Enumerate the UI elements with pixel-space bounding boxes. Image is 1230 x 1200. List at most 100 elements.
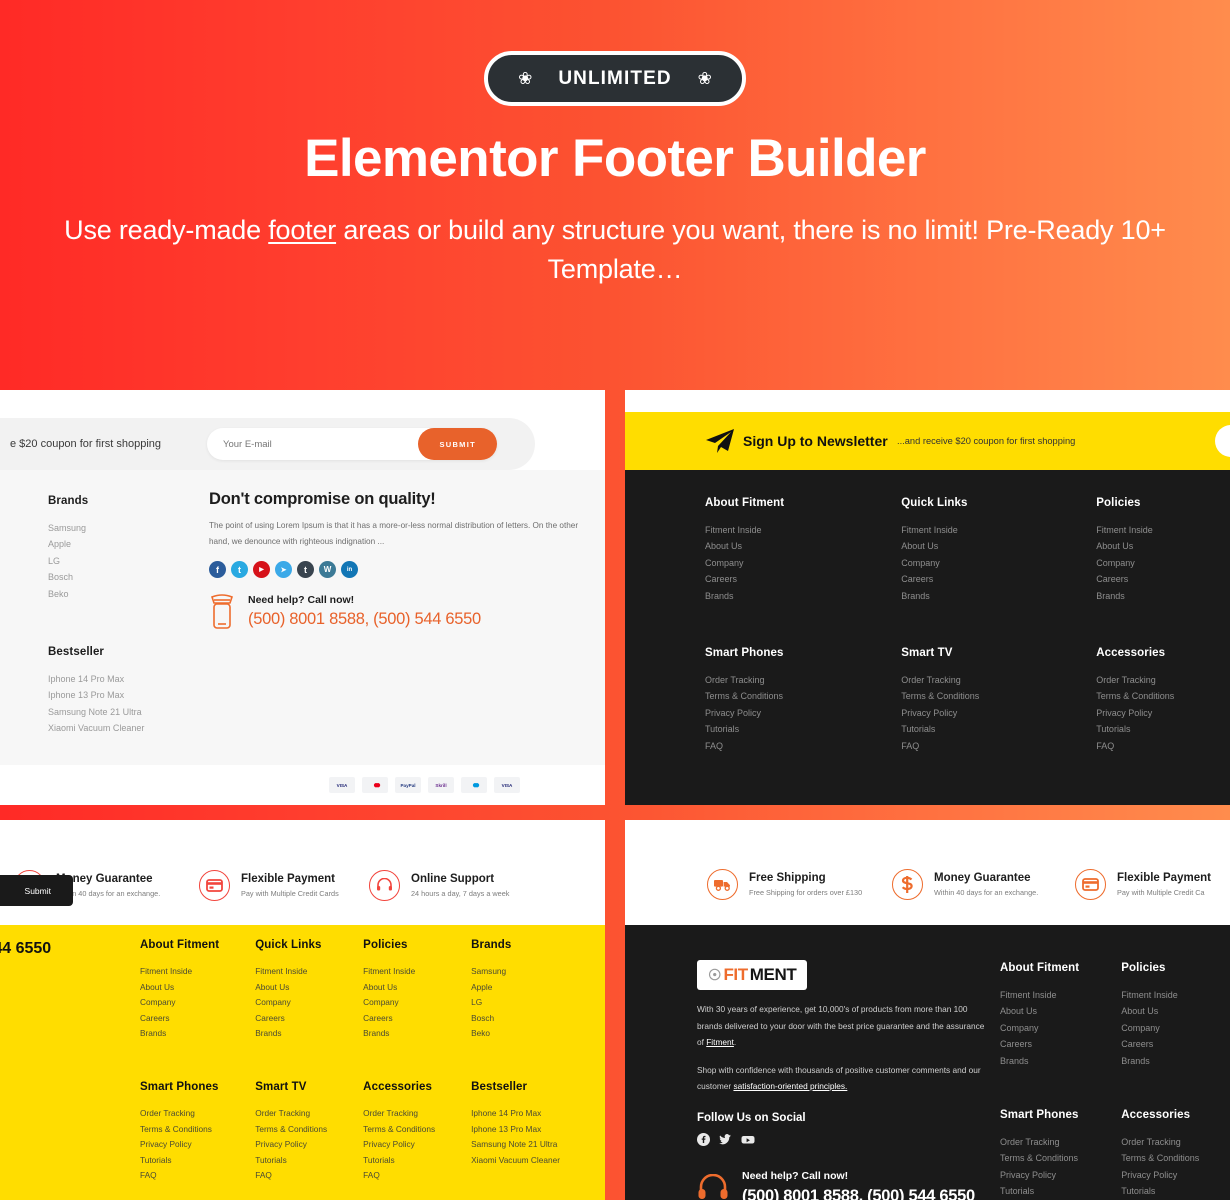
list-item[interactable]: Beko bbox=[48, 586, 144, 602]
footer-template-preview-3[interactable]: Money Guarantee Within 40 days for an ex… bbox=[0, 820, 605, 1200]
tumblr-icon[interactable]: t bbox=[297, 561, 314, 578]
twitter-icon[interactable] bbox=[719, 1133, 732, 1146]
list-item[interactable]: Company bbox=[363, 995, 435, 1011]
list-item[interactable]: Careers bbox=[363, 1011, 435, 1027]
list-item[interactable]: Fitment Inside bbox=[1096, 522, 1174, 538]
telegram-icon[interactable]: ➤ bbox=[275, 561, 292, 578]
twitter-icon[interactable]: t bbox=[231, 561, 248, 578]
list-item[interactable]: Brands bbox=[705, 588, 784, 604]
list-item[interactable]: Fitment Inside bbox=[363, 964, 435, 980]
list-item[interactable]: Order Tracking bbox=[140, 1106, 219, 1122]
list-item[interactable]: FAQ bbox=[255, 1168, 327, 1184]
list-item[interactable]: Brands bbox=[1096, 588, 1174, 604]
list-item[interactable]: Apple bbox=[471, 980, 560, 996]
list-item[interactable]: Company bbox=[1121, 1020, 1199, 1036]
list-item[interactable]: Terms & Conditions bbox=[1096, 688, 1174, 704]
list-item[interactable]: Tutorials bbox=[363, 1153, 435, 1169]
list-item[interactable]: Privacy Policy bbox=[1096, 705, 1174, 721]
list-item[interactable]: FAQ bbox=[1096, 738, 1174, 754]
list-item[interactable]: Xiaomi Vacuum Cleaner bbox=[48, 720, 144, 736]
list-item[interactable]: Company bbox=[1000, 1020, 1079, 1036]
list-item[interactable]: Iphone 14 Pro Max bbox=[471, 1106, 560, 1122]
list-item[interactable]: Tutorials bbox=[901, 721, 979, 737]
list-item[interactable]: Company bbox=[705, 555, 784, 571]
youtube-icon[interactable]: ▶ bbox=[253, 561, 270, 578]
list-item[interactable]: Fitment Inside bbox=[1121, 987, 1199, 1003]
list-item[interactable]: About Us bbox=[140, 980, 219, 996]
list-item[interactable]: Careers bbox=[901, 571, 979, 587]
list-item[interactable]: Order Tracking bbox=[1121, 1134, 1199, 1150]
principles-link[interactable]: satisfaction-oriented principles. bbox=[733, 1081, 847, 1091]
list-item[interactable]: Beko bbox=[471, 1026, 560, 1042]
footer-template-preview-4[interactable]: Free Shipping Free Shipping for orders o… bbox=[625, 820, 1230, 1200]
list-item[interactable]: Brands bbox=[1121, 1053, 1199, 1069]
list-item[interactable]: Terms & Conditions bbox=[363, 1122, 435, 1138]
wordpress-icon[interactable]: W bbox=[319, 561, 336, 578]
list-item[interactable]: Privacy Policy bbox=[1000, 1167, 1079, 1183]
footer-template-preview-2[interactable]: Sign Up to Newsletter ...and receive $20… bbox=[625, 390, 1230, 805]
list-item[interactable]: Apple bbox=[48, 536, 144, 552]
list-item[interactable]: Careers bbox=[1121, 1036, 1199, 1052]
list-item[interactable]: Order Tracking bbox=[901, 672, 979, 688]
email-input[interactable] bbox=[1215, 425, 1230, 457]
list-item[interactable]: Iphone 14 Pro Max bbox=[48, 671, 144, 687]
list-item[interactable]: Careers bbox=[140, 1011, 219, 1027]
submit-button[interactable]: Submit bbox=[0, 875, 73, 906]
list-item[interactable]: About Us bbox=[705, 538, 784, 554]
list-item[interactable]: FAQ bbox=[705, 738, 784, 754]
list-item[interactable]: Terms & Conditions bbox=[140, 1122, 219, 1138]
list-item[interactable]: Privacy Policy bbox=[705, 705, 784, 721]
list-item[interactable]: Careers bbox=[705, 571, 784, 587]
linkedin-icon[interactable]: in bbox=[341, 561, 358, 578]
list-item[interactable]: Fitment Inside bbox=[1000, 987, 1079, 1003]
list-item[interactable]: Brands bbox=[901, 588, 979, 604]
youtube-icon[interactable] bbox=[741, 1133, 755, 1146]
email-input[interactable] bbox=[207, 438, 419, 450]
list-item[interactable]: FAQ bbox=[901, 738, 979, 754]
list-item[interactable]: Terms & Conditions bbox=[1000, 1150, 1079, 1166]
list-item[interactable]: About Us bbox=[901, 538, 979, 554]
list-item[interactable]: Iphone 13 Pro Max bbox=[48, 687, 144, 703]
list-item[interactable]: Company bbox=[255, 995, 327, 1011]
list-item[interactable]: Order Tracking bbox=[1096, 672, 1174, 688]
list-item[interactable]: Fitment Inside bbox=[140, 964, 219, 980]
facebook-icon[interactable]: f bbox=[209, 561, 226, 578]
list-item[interactable]: Samsung bbox=[471, 964, 560, 980]
list-item[interactable]: Terms & Conditions bbox=[255, 1122, 327, 1138]
list-item[interactable]: Privacy Policy bbox=[1121, 1167, 1199, 1183]
list-item[interactable]: Xiaomi Vacuum Cleaner bbox=[471, 1153, 560, 1169]
list-item[interactable]: About Us bbox=[363, 980, 435, 996]
list-item[interactable]: Samsung Note 21 Ultra bbox=[471, 1137, 560, 1153]
list-item[interactable]: Order Tracking bbox=[1000, 1134, 1079, 1150]
list-item[interactable]: About Us bbox=[255, 980, 327, 996]
list-item[interactable]: FAQ bbox=[363, 1168, 435, 1184]
list-item[interactable]: Order Tracking bbox=[705, 672, 784, 688]
list-item[interactable]: Company bbox=[140, 995, 219, 1011]
list-item[interactable]: Careers bbox=[1096, 571, 1174, 587]
facebook-icon[interactable] bbox=[697, 1132, 710, 1146]
help-phone[interactable]: (500) 8001 8588, (500) 544 6550 bbox=[742, 1187, 975, 1200]
list-item[interactable]: Samsung bbox=[48, 520, 144, 536]
list-item[interactable]: Company bbox=[1096, 555, 1174, 571]
list-item[interactable]: Company bbox=[901, 555, 979, 571]
fitment-logo[interactable]: ☉ FIT MENT bbox=[697, 960, 808, 990]
list-item[interactable]: Brands bbox=[140, 1026, 219, 1042]
list-item[interactable]: Tutorials bbox=[140, 1153, 219, 1169]
list-item[interactable]: FAQ bbox=[140, 1168, 219, 1184]
list-item[interactable]: About Us bbox=[1121, 1003, 1199, 1019]
list-item[interactable]: Careers bbox=[255, 1011, 327, 1027]
list-item[interactable]: About Us bbox=[1000, 1003, 1079, 1019]
list-item[interactable]: Fitment Inside bbox=[255, 964, 327, 980]
list-item[interactable]: Terms & Conditions bbox=[901, 688, 979, 704]
list-item[interactable]: Bosch bbox=[48, 569, 144, 585]
list-item[interactable]: LG bbox=[48, 553, 144, 569]
list-item[interactable]: Tutorials bbox=[1000, 1183, 1079, 1199]
list-item[interactable]: Terms & Conditions bbox=[1121, 1150, 1199, 1166]
subtitle-link-footer[interactable]: footer bbox=[268, 215, 336, 245]
list-item[interactable]: LG bbox=[471, 995, 560, 1011]
list-item[interactable]: Tutorials bbox=[255, 1153, 327, 1169]
help-phone[interactable]: 500) 544 6550 bbox=[0, 940, 51, 958]
list-item[interactable]: Brands bbox=[1000, 1053, 1079, 1069]
list-item[interactable]: Bosch bbox=[471, 1011, 560, 1027]
list-item[interactable]: Terms & Conditions bbox=[705, 688, 784, 704]
